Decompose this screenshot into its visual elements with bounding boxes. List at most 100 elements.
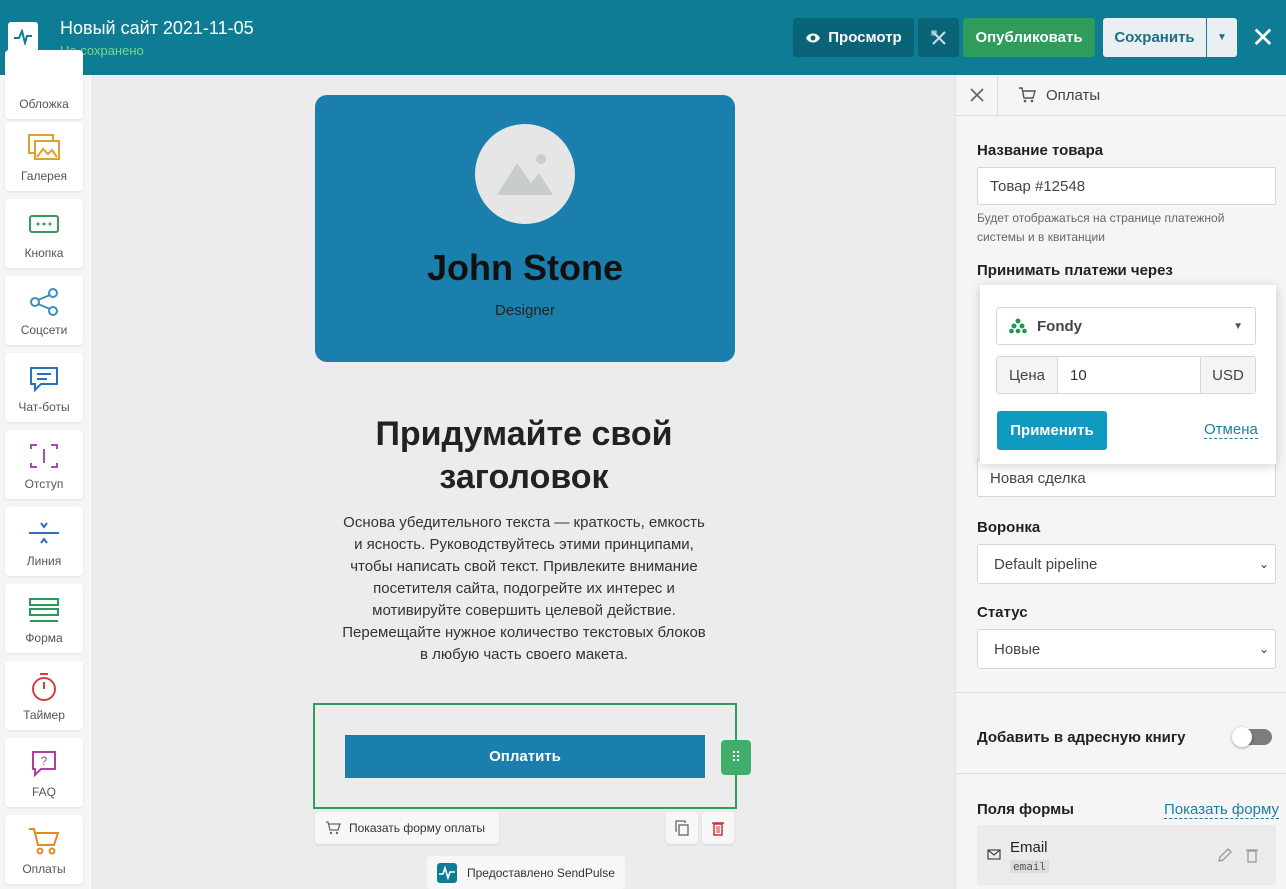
- form-icon: [27, 595, 61, 625]
- chevron-down-icon: ⌄: [1258, 557, 1269, 571]
- close-button[interactable]: ✕: [1248, 18, 1278, 57]
- toggle-knob: [1232, 727, 1252, 747]
- breadcrumb-label: Оплаты: [1046, 86, 1101, 104]
- pay-button[interactable]: Оплатить: [345, 735, 705, 778]
- site-title[interactable]: Новый сайт 2021-11-05: [60, 18, 254, 39]
- sidebar-item-payments[interactable]: Оплаты: [5, 815, 83, 884]
- sidebar-item-gallery[interactable]: Галерея: [5, 122, 83, 191]
- editor-canvas[interactable]: John Stone Designer Придумайте свой заго…: [94, 75, 955, 889]
- show-form-link[interactable]: Показать форму: [1164, 801, 1279, 819]
- provider-value: Fondy: [1037, 317, 1082, 335]
- card-role[interactable]: Designer: [315, 302, 735, 319]
- sidebar-item-social[interactable]: Соцсети: [5, 276, 83, 345]
- preview-label: Просмотр: [828, 29, 902, 46]
- powered-by-label: Предоставлено SendPulse: [467, 865, 615, 880]
- product-name-label: Название товара: [977, 142, 1104, 159]
- cancel-link[interactable]: Отмена: [1204, 422, 1258, 439]
- preview-button[interactable]: Просмотр: [793, 18, 914, 57]
- save-button[interactable]: Сохранить: [1103, 18, 1206, 57]
- chevron-down-icon: ▼: [1233, 320, 1243, 332]
- sidebar-item-cover[interactable]: Обложка: [5, 50, 83, 119]
- sidebar-item-faq[interactable]: ? FAQ: [5, 738, 83, 807]
- publish-button[interactable]: Опубликовать: [963, 18, 1095, 57]
- settings-panel: Оплаты Название товара Товар #12548 Буде…: [955, 74, 1286, 889]
- funnel-value: Default pipeline: [994, 555, 1098, 573]
- blocks-sidebar: Обложка Галерея Кнопка Соцсети Чат-боты …: [0, 50, 93, 889]
- drag-handle-icon[interactable]: ⠿: [721, 740, 751, 775]
- chevron-down-icon: ⌄: [1258, 642, 1269, 656]
- deal-name-input[interactable]: Новая сделка: [977, 459, 1276, 497]
- trash-icon[interactable]: [1245, 847, 1259, 863]
- powered-by-badge[interactable]: Предоставлено SendPulse: [427, 856, 625, 889]
- sidebar-item-label: Чат-боты: [18, 400, 70, 414]
- timer-icon: [27, 672, 61, 702]
- headline[interactable]: Придумайте свой заголовок: [334, 413, 714, 499]
- spacing-icon: [27, 441, 61, 471]
- top-bar: Новый сайт 2021-11-05 Не сохранено Просм…: [0, 0, 1286, 75]
- sidebar-item-form[interactable]: Форма: [5, 584, 83, 653]
- product-name-hint: Будет отображаться на странице платежной…: [977, 211, 1225, 244]
- svg-text:?: ?: [41, 754, 48, 768]
- edit-icon[interactable]: [1217, 847, 1233, 863]
- sidebar-item-spacing[interactable]: Отступ: [5, 430, 83, 499]
- save-dropdown-button[interactable]: ▼: [1207, 18, 1237, 57]
- payment-provider-popover: Fondy ▼ Цена 10 USD Применить Отмена: [980, 285, 1276, 464]
- fondy-logo-icon: [1009, 318, 1027, 334]
- provider-select[interactable]: Fondy ▼: [996, 307, 1256, 345]
- field-name: Email: [1010, 839, 1048, 856]
- show-pay-form-label: Показать форму оплаты: [349, 821, 485, 835]
- sidebar-item-chatbots[interactable]: Чат-боты: [5, 353, 83, 422]
- payment-block[interactable]: Оплатить: [313, 703, 737, 809]
- status-value: Новые: [994, 640, 1041, 658]
- tools-icon: [931, 30, 946, 45]
- address-book-label: Добавить в адресную книгу: [977, 729, 1186, 746]
- body-text[interactable]: Основа убедительного текста — краткость,…: [339, 512, 709, 666]
- trash-icon: [712, 822, 724, 836]
- address-book-toggle[interactable]: [1232, 727, 1272, 747]
- funnel-select[interactable]: Default pipeline ⌄: [977, 544, 1276, 584]
- sidebar-item-label: Кнопка: [24, 246, 64, 260]
- avatar-placeholder-icon[interactable]: [475, 124, 575, 224]
- divider: [956, 773, 1286, 774]
- status-select[interactable]: Новые ⌄: [977, 629, 1276, 669]
- tools-button[interactable]: [918, 18, 959, 57]
- apply-button[interactable]: Применить: [997, 411, 1107, 450]
- line-icon: [27, 518, 61, 548]
- status-label: Статус: [977, 604, 1028, 621]
- faq-icon: ?: [27, 749, 61, 779]
- divider: [956, 692, 1286, 693]
- sidebar-item-label: Форма: [25, 631, 63, 645]
- breadcrumb-tools[interactable]: [956, 74, 998, 116]
- delete-button[interactable]: [702, 812, 734, 844]
- product-name-input[interactable]: Товар #12548: [977, 167, 1276, 205]
- sidebar-item-timer[interactable]: Таймер: [5, 661, 83, 730]
- show-pay-form-button[interactable]: Показать форму оплаты: [315, 812, 499, 844]
- price-input[interactable]: 10: [1058, 357, 1200, 393]
- cart-icon: [326, 821, 341, 835]
- currency-label: USD: [1200, 357, 1255, 393]
- chat-icon: [27, 364, 61, 394]
- form-fields-label: Поля формы: [977, 801, 1074, 818]
- cart-icon: [1019, 87, 1036, 103]
- breadcrumb-current: Оплаты: [1018, 87, 1100, 104]
- sidebar-item-button[interactable]: Кнопка: [5, 199, 83, 268]
- tools-icon: [969, 88, 984, 102]
- duplicate-button[interactable]: [666, 812, 698, 844]
- card-name[interactable]: John Stone: [315, 247, 735, 289]
- price-input-group: Цена 10 USD: [996, 356, 1256, 394]
- sidebar-item-line[interactable]: Линия: [5, 507, 83, 576]
- sidebar-item-label: Таймер: [23, 708, 65, 722]
- form-field-row[interactable]: Email email: [977, 825, 1276, 885]
- price-label: Цена: [997, 357, 1058, 393]
- button-icon: [27, 210, 61, 240]
- sendpulse-icon: [437, 862, 457, 883]
- sendpulse-logo-icon[interactable]: [8, 22, 38, 52]
- sidebar-item-label: Линия: [26, 554, 62, 568]
- eye-icon: [806, 33, 821, 42]
- accept-payments-label: Принимать платежи через: [977, 262, 1173, 279]
- sidebar-item-label: Оплаты: [22, 862, 66, 876]
- sidebar-item-label: Обложка: [19, 97, 69, 111]
- envelope-icon: [987, 849, 1001, 860]
- profile-card[interactable]: John Stone Designer: [315, 95, 735, 362]
- field-key: email: [1010, 860, 1050, 873]
